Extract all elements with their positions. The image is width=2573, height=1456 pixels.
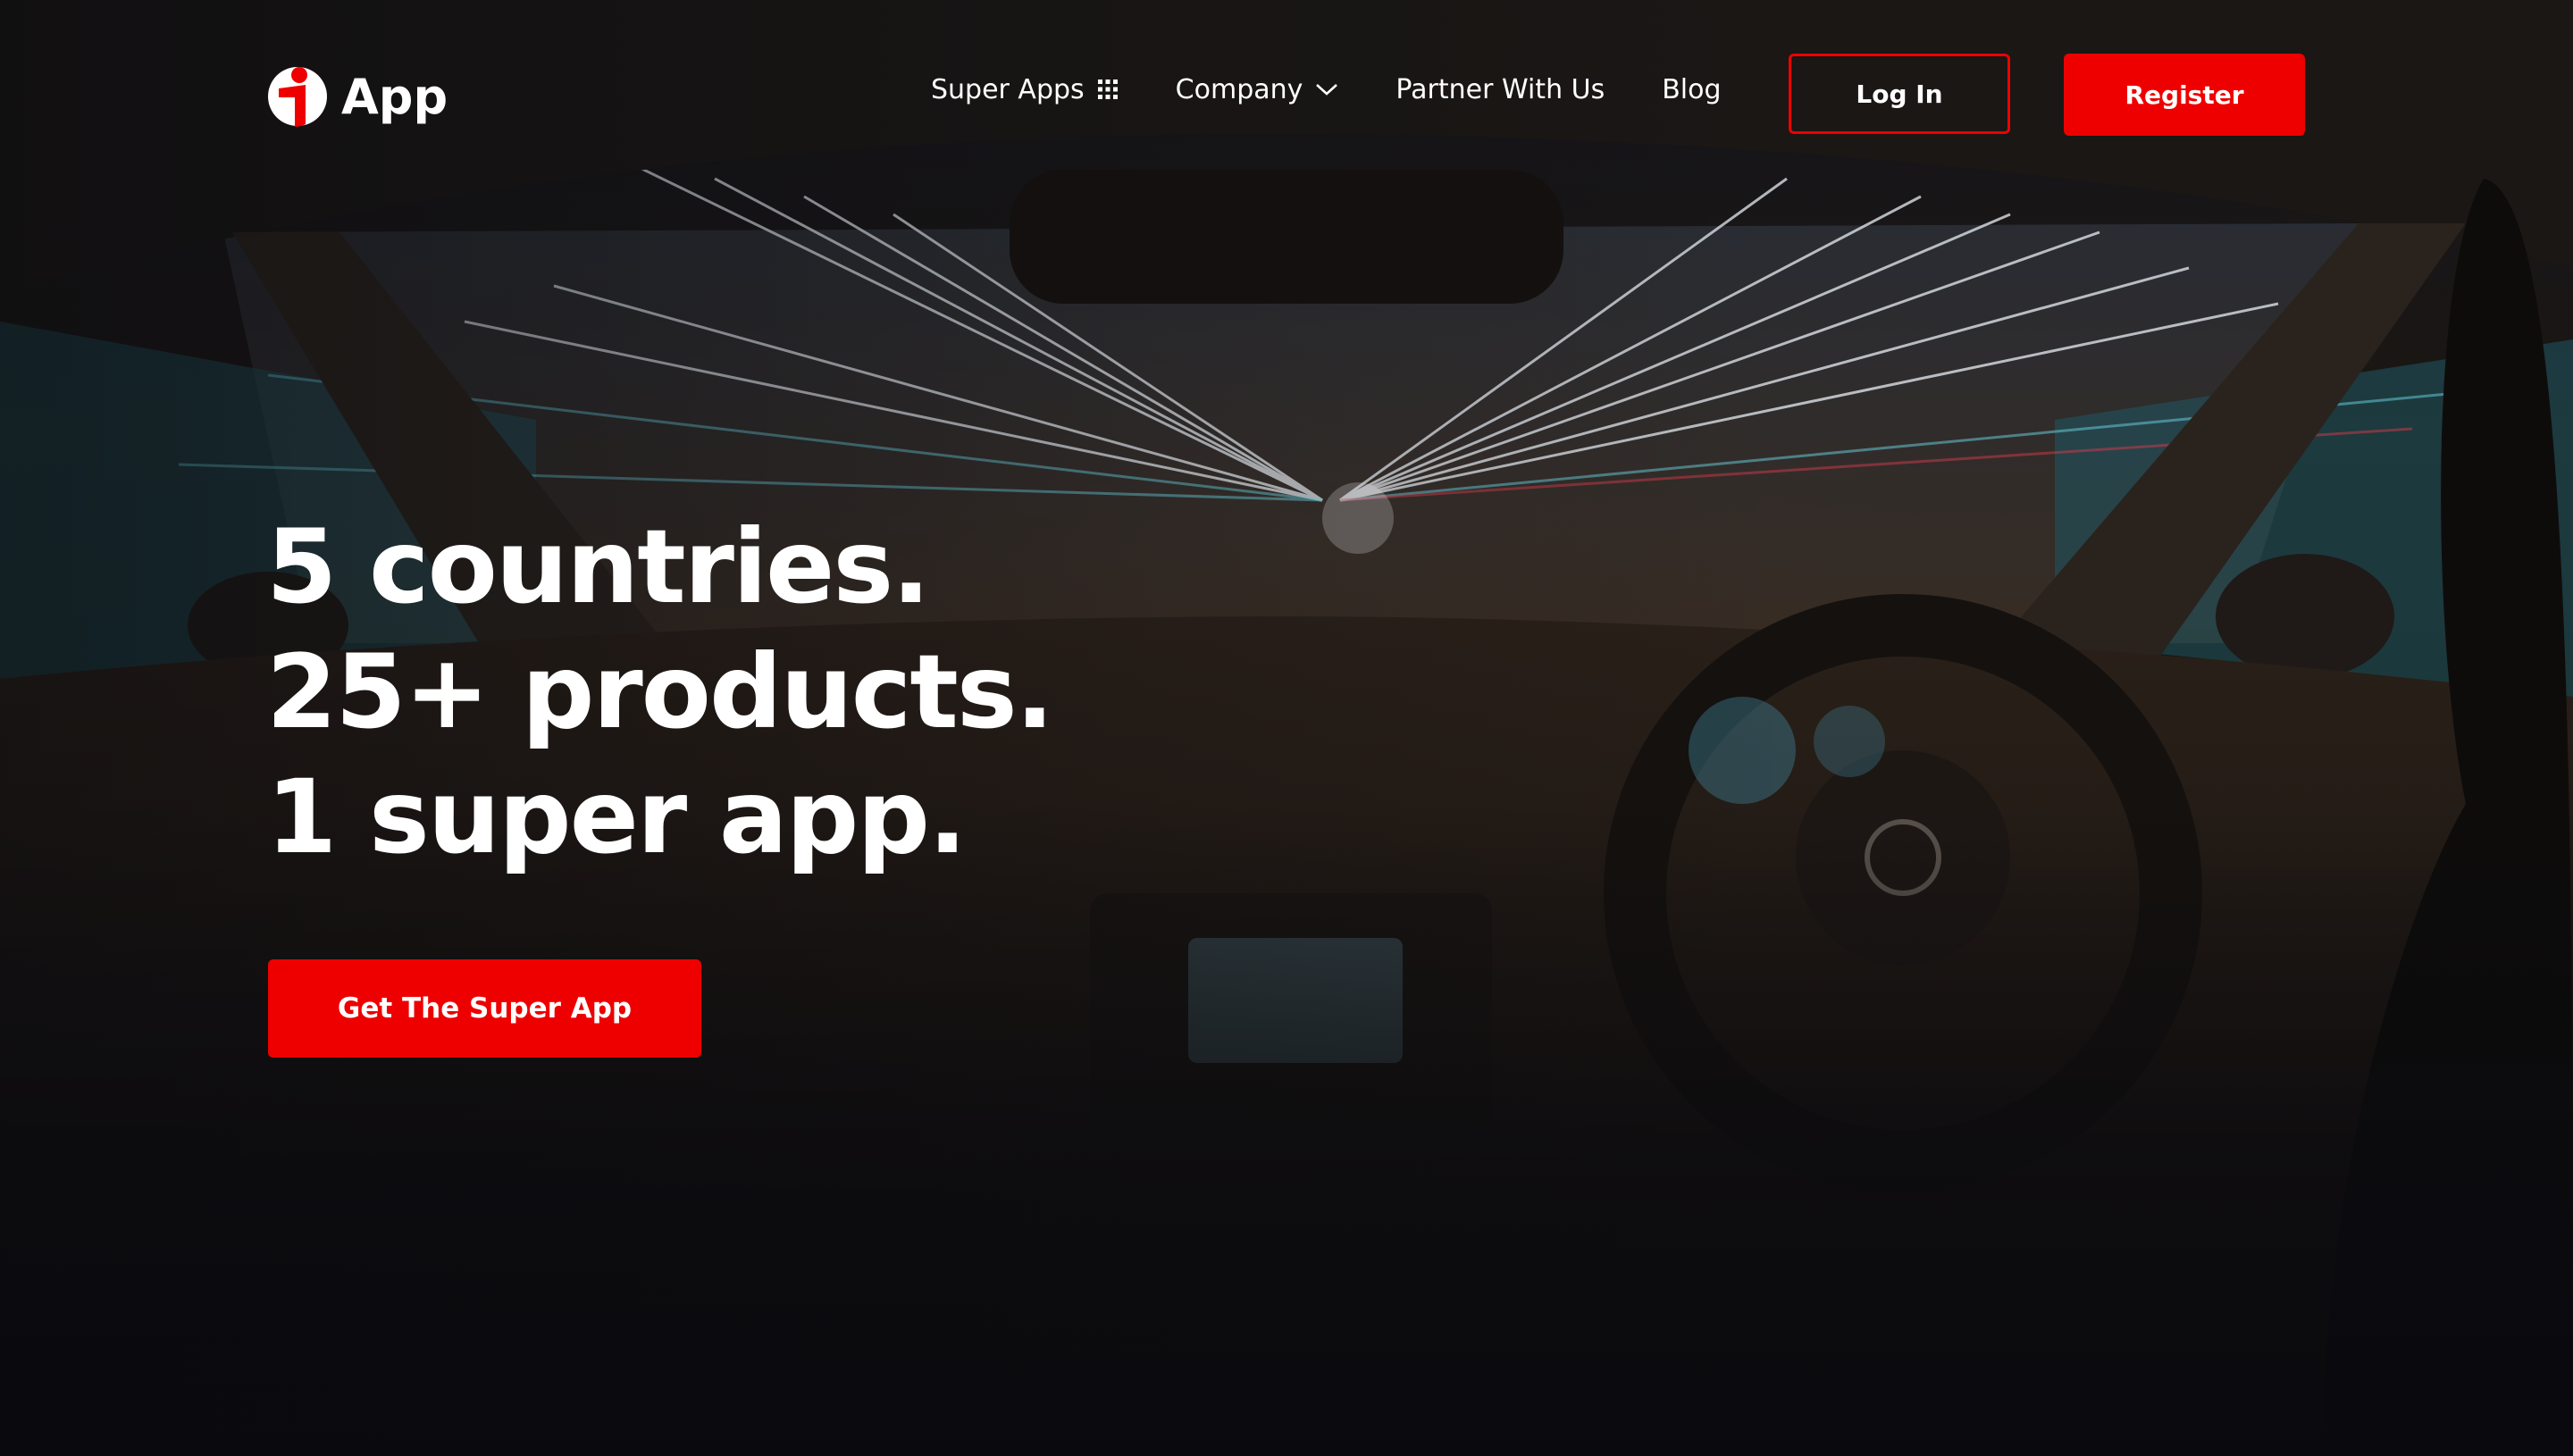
nav-item-label: Partner With Us: [1395, 73, 1605, 105]
top-navigation: App Super Apps Company Partner With Us B…: [0, 0, 2573, 188]
i-logo-icon: [266, 65, 329, 128]
nav-item-company[interactable]: Company: [1176, 74, 1339, 105]
hero-section: App Super Apps Company Partner With Us B…: [0, 0, 2573, 1456]
get-super-app-button[interactable]: Get The Super App: [268, 959, 701, 1058]
grid-icon: [1097, 79, 1119, 100]
nav-item-super-apps[interactable]: Super Apps: [931, 74, 1119, 105]
nav-item-blog[interactable]: Blog: [1662, 74, 1721, 105]
nav-item-label: Blog: [1662, 73, 1722, 105]
nav-item-label: Super Apps: [931, 73, 1085, 105]
hero-headline: 5 countries. 25+ products. 1 super app.: [266, 505, 1517, 880]
headline-line-products: 25+ products.: [266, 632, 1054, 751]
brand-logo[interactable]: App: [266, 61, 448, 132]
chevron-down-icon: [1315, 82, 1338, 96]
headline-line-countries: 5 countries.: [266, 507, 931, 626]
login-button[interactable]: Log In: [1789, 54, 2010, 134]
nav-item-label: Company: [1175, 73, 1303, 105]
headline-line-super-app: 1 super app.: [266, 757, 967, 876]
nav-menu: Super Apps Company Partner With Us Blog: [931, 63, 1722, 116]
register-button[interactable]: Register: [2064, 54, 2305, 136]
logo-text: App: [341, 68, 448, 125]
nav-item-partner-with-us[interactable]: Partner With Us: [1395, 74, 1605, 105]
